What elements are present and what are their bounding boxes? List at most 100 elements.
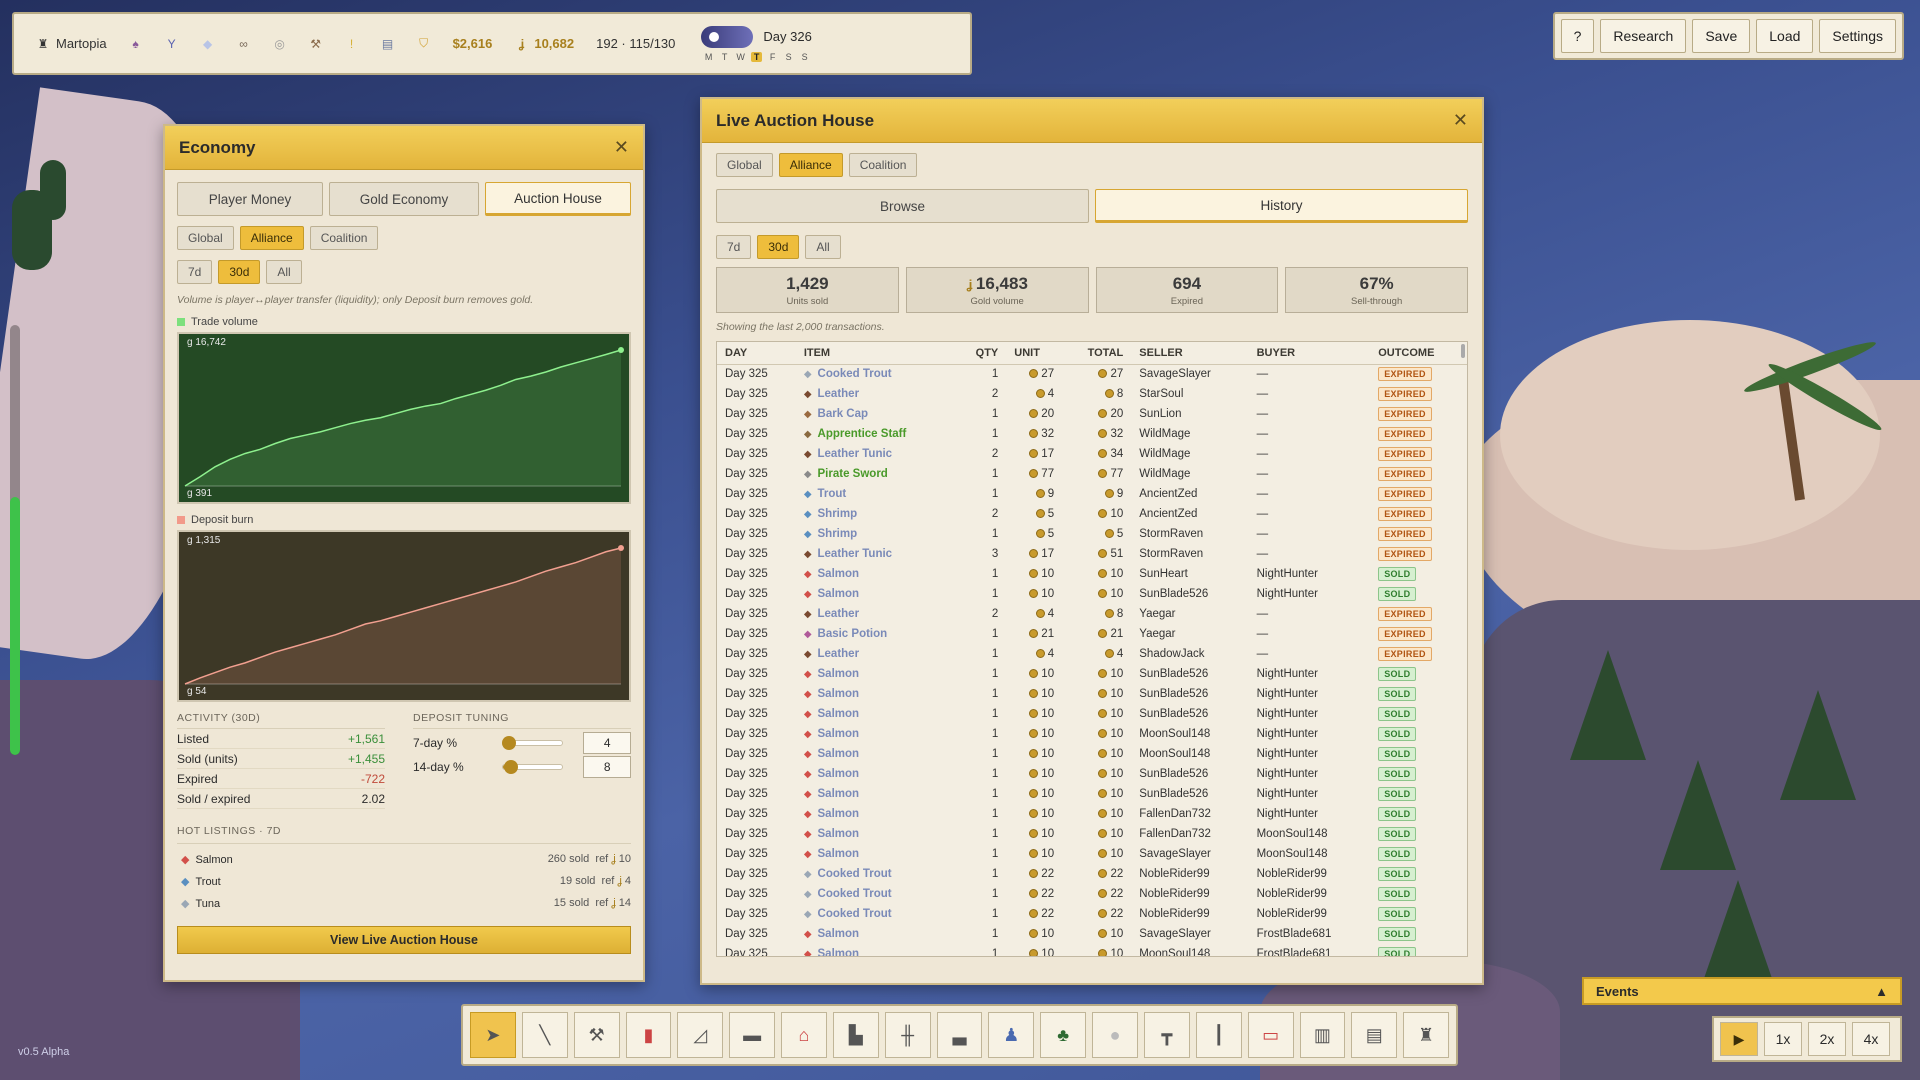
table-row[interactable]: Day 325 ◆ Salmon 1 10 10 MoonSoul148 Fros…: [717, 944, 1467, 956]
column-header[interactable]: DAY: [717, 342, 796, 365]
bridge-icon[interactable]: ▃: [936, 1012, 983, 1058]
table-row[interactable]: Day 325 ◆ Salmon 1 10 10 MoonSoul148 Nigh…: [717, 724, 1467, 744]
slider-knob[interactable]: [504, 760, 519, 774]
table-row[interactable]: Day 325 ◆ Shrimp 1 5 5 StormRaven — EXPIR…: [717, 524, 1467, 544]
table-row[interactable]: Day 325 ◆ Salmon 1 10 10 SunBlade526 Nigh…: [717, 764, 1467, 784]
economy-header[interactable]: Economy ✕: [165, 126, 643, 170]
resource-lantern[interactable]: ▤: [381, 37, 395, 51]
column-header[interactable]: UNIT: [1006, 342, 1063, 365]
house-icon[interactable]: ⌂: [781, 1012, 827, 1058]
table-row[interactable]: Day 325 ◆ Salmon 1 10 10 FallenDan732 Nig…: [717, 804, 1467, 824]
day-clock[interactable]: Day 326 M T W T F S S: [701, 25, 812, 62]
hammer-icon[interactable]: ⚒: [573, 1012, 620, 1058]
range-30d[interactable]: 30d: [218, 260, 261, 284]
range-7d[interactable]: 7d: [716, 235, 752, 259]
table-row[interactable]: Day 325 ◆ Trout 1 9 9 AncientZed — EXPIRE…: [717, 484, 1467, 504]
scrollbar-thumb[interactable]: [1461, 344, 1465, 358]
city-name[interactable]: ♜ Martopia: [36, 36, 107, 51]
range-all[interactable]: All: [266, 260, 302, 284]
table-row[interactable]: Day 325 ◆ Cooked Trout 1 27 27 SavageSlay…: [717, 364, 1467, 384]
select-cursor-icon[interactable]: ➤: [470, 1012, 516, 1058]
speed-4x-button[interactable]: 4x: [1852, 1022, 1890, 1056]
column-header[interactable]: OUTCOME: [1370, 342, 1467, 365]
close-icon[interactable]: ✕: [614, 137, 629, 158]
table-row[interactable]: Day 325 ◆ Leather Tunic 3 17 51 StormRave…: [717, 544, 1467, 564]
resource-fish[interactable]: ∞: [237, 37, 251, 51]
resource-shield[interactable]: ⛉: [417, 36, 431, 51]
table-row[interactable]: Day 325 ◆ Cooked Trout 1 22 22 NobleRider…: [717, 904, 1467, 924]
speed-2x-button[interactable]: 2x: [1808, 1022, 1846, 1056]
scope-coalition[interactable]: Coalition: [848, 153, 918, 177]
resource-crystal[interactable]: ◆: [201, 37, 215, 51]
play-icon[interactable]: ▶: [1720, 1022, 1758, 1056]
table-row[interactable]: Day 325 ◆ Salmon 1 10 10 SunHeart NightHu…: [717, 564, 1467, 584]
table-row[interactable]: Day 325 ◆ Apprentice Staff 1 32 32 WildMa…: [717, 424, 1467, 444]
table-row[interactable]: Day 325 ◆ Leather 1 4 4 ShadowJack — EXPI…: [717, 644, 1467, 664]
statue-icon[interactable]: ♟: [988, 1012, 1035, 1058]
ramp-icon[interactable]: ◿: [677, 1012, 724, 1058]
resource-tools[interactable]: ⚒: [309, 37, 323, 51]
table-row[interactable]: Day 325 ◆ Leather 2 4 8 StarSoul — EXPIRE…: [717, 384, 1467, 404]
table-row[interactable]: Day 325 ◆ Pirate Sword 1 77 77 WildMage —…: [717, 464, 1467, 484]
close-icon[interactable]: ✕: [1453, 110, 1468, 131]
tab-gold-economy[interactable]: Gold Economy: [329, 182, 479, 216]
tab-player-money[interactable]: Player Money: [177, 182, 324, 216]
settings-button[interactable]: Settings: [1819, 19, 1896, 53]
table-row[interactable]: Day 325 ◆ Bark Cap 1 20 20 SunLion — EXPI…: [717, 404, 1467, 424]
chest-icon[interactable]: ▬: [729, 1012, 776, 1058]
resource-herb[interactable]: Y: [165, 37, 179, 51]
range-all[interactable]: All: [805, 235, 841, 259]
table-row[interactable]: Day 325 ◆ Salmon 1 10 10 SunBlade526 Nigh…: [717, 684, 1467, 704]
events-panel-toggle[interactable]: Events ▲: [1582, 977, 1902, 1005]
resource-torch[interactable]: !: [345, 37, 359, 51]
table-row[interactable]: Day 325 ◆ Salmon 1 10 10 SunBlade526 Nigh…: [717, 664, 1467, 684]
tab-browse[interactable]: Browse: [716, 189, 1089, 223]
road-icon[interactable]: ╲: [521, 1012, 568, 1058]
fence-icon[interactable]: ╫: [884, 1012, 931, 1058]
market-stall-icon[interactable]: ▥: [1299, 1012, 1346, 1058]
hot-listing-row[interactable]: ◆ Trout 19 sold ref ʝ 4: [177, 870, 631, 892]
scope-alliance[interactable]: Alliance: [778, 153, 843, 177]
save-button[interactable]: Save: [1692, 19, 1751, 53]
table-row[interactable]: Day 325 ◆ Salmon 1 10 10 FallenDan732 Moo…: [717, 824, 1467, 844]
scope-global[interactable]: Global: [177, 226, 234, 250]
scope-alliance[interactable]: Alliance: [239, 226, 304, 250]
tab-history[interactable]: History: [1095, 189, 1468, 223]
tuning-value-input[interactable]: 4: [583, 732, 631, 754]
table-row[interactable]: Day 325 ◆ Shrimp 2 5 10 AncientZed — EXPI…: [717, 504, 1467, 524]
transactions-table[interactable]: DAY ITEM QTY UNIT TOTAL SELLER BUYER OUTCOME Da…: [716, 341, 1468, 957]
view-live-auction-button[interactable]: View Live Auction House: [177, 926, 631, 954]
help-button[interactable]: ?: [1560, 19, 1595, 53]
table-row[interactable]: Day 325 ◆ Salmon 1 10 10 SavageSlayer Moo…: [717, 844, 1467, 864]
lantern-icon[interactable]: ▤: [1351, 1012, 1398, 1058]
load-button[interactable]: Load: [1756, 19, 1814, 53]
hot-listing-row[interactable]: ◆ Tuna 15 sold ref ʝ 14: [177, 892, 631, 914]
building-icon[interactable]: ▙: [832, 1012, 879, 1058]
column-header[interactable]: BUYER: [1248, 342, 1371, 365]
table-row[interactable]: Day 325 ◆ Salmon 1 10 10 MoonSoul148 Nigh…: [717, 744, 1467, 764]
slider-knob[interactable]: [502, 736, 517, 750]
banner-icon[interactable]: ▮: [625, 1012, 672, 1058]
resource-stone[interactable]: ◎: [273, 37, 287, 51]
tuning-slider[interactable]: [502, 736, 564, 750]
rock-icon[interactable]: ●: [1092, 1012, 1138, 1058]
scope-coalition[interactable]: Coalition: [309, 226, 379, 250]
table-row[interactable]: Day 325 ◆ Cooked Trout 1 22 22 NobleRider…: [717, 864, 1467, 884]
table-icon[interactable]: ┳: [1143, 1012, 1190, 1058]
table-row[interactable]: Day 325 ◆ Salmon 1 10 10 SunBlade526 Nigh…: [717, 784, 1467, 804]
table-row[interactable]: Day 325 ◆ Leather Tunic 2 17 34 WildMage …: [717, 444, 1467, 464]
tab-auction-house[interactable]: Auction House: [484, 182, 631, 216]
scope-global[interactable]: Global: [716, 153, 773, 177]
bench-icon[interactable]: ▭: [1247, 1012, 1294, 1058]
tower-icon[interactable]: ♜: [1403, 1012, 1450, 1058]
research-button[interactable]: Research: [1600, 19, 1687, 53]
table-row[interactable]: Day 325 ◆ Salmon 1 10 10 SunBlade526 Nigh…: [717, 584, 1467, 604]
column-header[interactable]: QTY: [954, 342, 1007, 365]
range-30d[interactable]: 30d: [757, 235, 800, 259]
lamp-post-icon[interactable]: ┃: [1195, 1012, 1242, 1058]
column-header[interactable]: SELLER: [1131, 342, 1249, 365]
tuning-slider[interactable]: [502, 760, 564, 774]
table-row[interactable]: Day 325 ◆ Salmon 1 10 10 SunBlade526 Nigh…: [717, 704, 1467, 724]
resource-potion[interactable]: ♠: [129, 37, 143, 51]
hot-listing-row[interactable]: ◆ Salmon 260 sold ref ʝ 10: [177, 848, 631, 870]
